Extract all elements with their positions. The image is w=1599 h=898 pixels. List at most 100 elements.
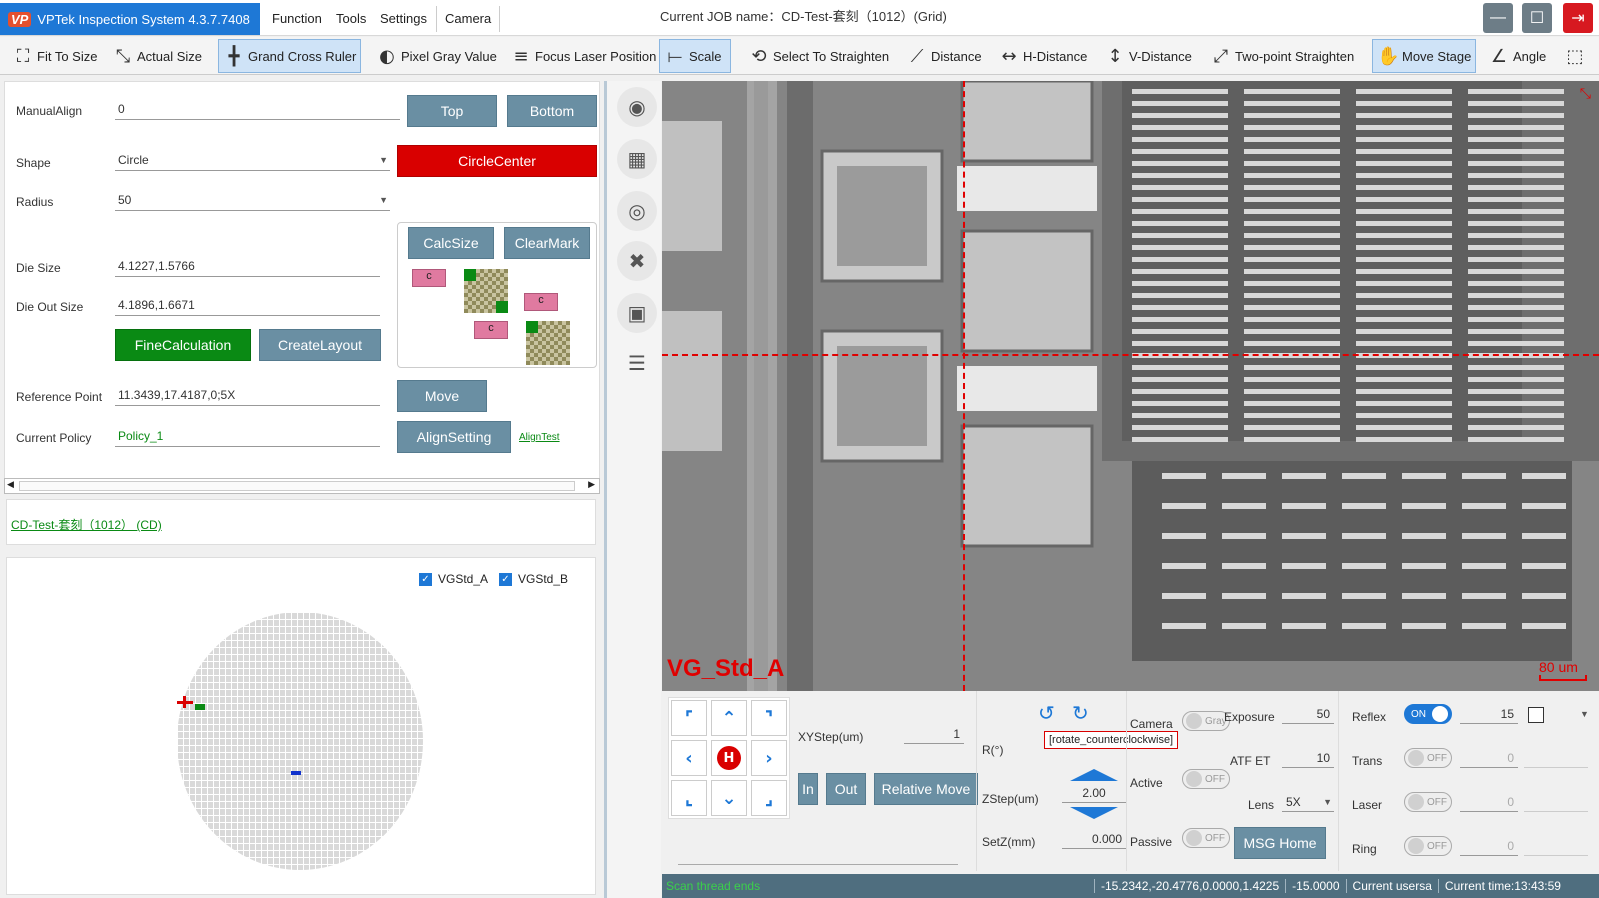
laser-select[interactable]: [1524, 811, 1588, 812]
bottom-button[interactable]: Bottom: [507, 95, 597, 127]
h-distance-button[interactable]: ↔ H-Distance: [994, 39, 1091, 73]
minimize-button[interactable]: —: [1483, 3, 1513, 33]
divider: [1126, 691, 1127, 871]
arrow-up-right-icon[interactable]: ⌝: [751, 700, 787, 736]
circle-center-button[interactable]: CircleCenter: [397, 145, 597, 177]
zstep-input[interactable]: 2.00: [1062, 783, 1126, 803]
align-test-link[interactable]: AlignTest: [519, 432, 560, 443]
arrow-down-right-icon[interactable]: ⌟: [751, 780, 787, 816]
v-distance-button[interactable]: ↕ V-Distance: [1100, 39, 1196, 73]
tools-icon[interactable]: ✖: [617, 241, 657, 281]
die-out-size-input[interactable]: 4.1896,1.6671: [115, 294, 380, 316]
reflex-input[interactable]: 15: [1460, 704, 1518, 724]
current-policy-input[interactable]: Policy_1: [115, 425, 380, 447]
relative-move-button[interactable]: Relative Move: [874, 773, 978, 805]
trans-input[interactable]: 0: [1460, 748, 1518, 768]
checkbox-vgstd-b[interactable]: ✓ VGStd_B: [499, 572, 568, 586]
grid-icon[interactable]: ▦: [617, 139, 657, 179]
home-button[interactable]: H: [711, 740, 747, 776]
map-list-icon[interactable]: ◎: [617, 191, 657, 231]
horizontal-scrollbar[interactable]: ◀ ▶: [4, 478, 600, 494]
more-tools-button[interactable]: ⬚: [1560, 39, 1596, 73]
msg-home-button[interactable]: MSG Home: [1234, 827, 1326, 859]
gray-toggle[interactable]: Gray: [1182, 711, 1230, 731]
ring-toggle[interactable]: OFF: [1404, 836, 1452, 856]
reference-point-input[interactable]: 11.3439,17.4187,0;5X: [115, 384, 380, 406]
checkbox-vgstd-a[interactable]: ✓ VGStd_A: [419, 572, 488, 586]
chevron-down-icon[interactable]: ▼: [1580, 709, 1589, 719]
arrow-up-icon[interactable]: ⌃: [711, 700, 747, 736]
reflex-toggle[interactable]: ON: [1404, 704, 1452, 724]
radius-select[interactable]: 50 ▼: [115, 189, 390, 211]
exposure-input[interactable]: 50: [1282, 704, 1334, 724]
z-up-icon[interactable]: [1070, 769, 1118, 781]
scroll-thumb[interactable]: [19, 481, 575, 491]
camera-icon[interactable]: ◉: [617, 87, 657, 127]
job-link[interactable]: CD-Test-套刻（1012） (CD): [11, 516, 162, 533]
menu-function[interactable]: Function: [264, 6, 330, 32]
arrow-down-left-icon[interactable]: ⌞: [671, 780, 707, 816]
atf-input[interactable]: 10: [1282, 748, 1334, 768]
ring-input[interactable]: 0: [1460, 836, 1518, 856]
tool-label: Focus Laser Position: [535, 48, 657, 64]
shape-select[interactable]: Circle ▼: [115, 149, 390, 171]
in-button[interactable]: In: [798, 773, 818, 805]
create-layout-button[interactable]: CreateLayout: [259, 329, 381, 361]
z-down-icon[interactable]: [1070, 807, 1118, 819]
reflex-checkbox[interactable]: [1528, 707, 1544, 723]
checklist-icon[interactable]: ☰: [617, 343, 657, 383]
menu-camera[interactable]: Camera: [436, 6, 501, 32]
active-toggle[interactable]: OFF: [1182, 769, 1230, 789]
distance-button[interactable]: ⟋ Distance: [902, 39, 986, 73]
focus-laser-position-button[interactable]: ≡ Focus Laser Position: [506, 39, 660, 73]
pixel-gray-value-button[interactable]: ◐ Pixel Gray Value: [372, 39, 501, 73]
top-button[interactable]: Top: [407, 95, 497, 127]
manual-align-input[interactable]: 0: [115, 98, 400, 120]
arrow-left-icon[interactable]: ‹: [671, 740, 707, 776]
memory-array-pattern: [1132, 89, 1566, 629]
rotate-clockwise-icon[interactable]: ↻: [1072, 701, 1089, 725]
calcsize-button[interactable]: CalcSize: [408, 227, 494, 259]
fine-calculation-button[interactable]: FineCalculation: [115, 329, 251, 361]
actual-size-button[interactable]: ⤡ Actual Size: [108, 39, 206, 73]
fit-to-size-button[interactable]: ⛶ Fit To Size: [8, 39, 101, 73]
arrow-right-icon[interactable]: ›: [751, 740, 787, 776]
scroll-left-icon[interactable]: ◀: [7, 479, 14, 490]
move-stage-button[interactable]: ✋ Move Stage: [1372, 39, 1477, 73]
die-size-input[interactable]: 4.1227,1.5766: [115, 255, 380, 277]
scale-button[interactable]: ⟝ Scale: [659, 39, 731, 73]
camera-view[interactable]: ⤡ VG_Std_A 80 um: [662, 81, 1599, 691]
laser-toggle[interactable]: OFF: [1404, 792, 1452, 812]
two-point-straighten-button[interactable]: ⤢ Two-point Straighten: [1206, 39, 1358, 73]
lens-select[interactable]: 5X ▼: [1282, 792, 1334, 812]
ring-select[interactable]: [1524, 855, 1588, 856]
trans-toggle[interactable]: OFF: [1404, 748, 1452, 768]
exit-button[interactable]: ⇥: [1563, 3, 1593, 33]
clearmark-button[interactable]: ClearMark: [504, 227, 590, 259]
arrow-down-icon[interactable]: ⌄: [711, 780, 747, 816]
passive-toggle[interactable]: OFF: [1182, 828, 1230, 848]
wafer-map[interactable]: [177, 612, 423, 870]
lens-value: 5X: [1286, 795, 1301, 809]
toggle-knob: [1408, 794, 1424, 810]
trans-select[interactable]: [1524, 767, 1588, 768]
setz-input[interactable]: 0.000: [1062, 829, 1126, 849]
grand-cross-ruler-button[interactable]: ╋ Grand Cross Ruler: [218, 39, 362, 73]
laser-input[interactable]: 0: [1460, 792, 1518, 812]
move-button[interactable]: Move: [397, 380, 487, 412]
scroll-right-icon[interactable]: ▶: [588, 479, 595, 490]
maximize-button[interactable]: ☐: [1522, 3, 1552, 33]
menu-settings[interactable]: Settings: [372, 6, 435, 32]
collapse-icon[interactable]: ⤡: [1580, 85, 1591, 102]
rotate-counterclockwise-icon[interactable]: ↺: [1038, 701, 1055, 725]
xystep-input[interactable]: 1: [904, 724, 964, 744]
image-icon[interactable]: ▣: [617, 293, 657, 333]
arrow-up-left-icon[interactable]: ⌜: [671, 700, 707, 736]
align-setting-button[interactable]: AlignSetting: [397, 421, 511, 453]
out-button[interactable]: Out: [826, 773, 866, 805]
menu-tools[interactable]: Tools: [328, 6, 374, 32]
select-to-straighten-button[interactable]: ⟲ Select To Straighten: [744, 39, 893, 73]
radius-value: 50: [118, 193, 132, 207]
toggle-knob: [1432, 706, 1448, 722]
angle-button[interactable]: ∠ Angle: [1484, 39, 1550, 73]
